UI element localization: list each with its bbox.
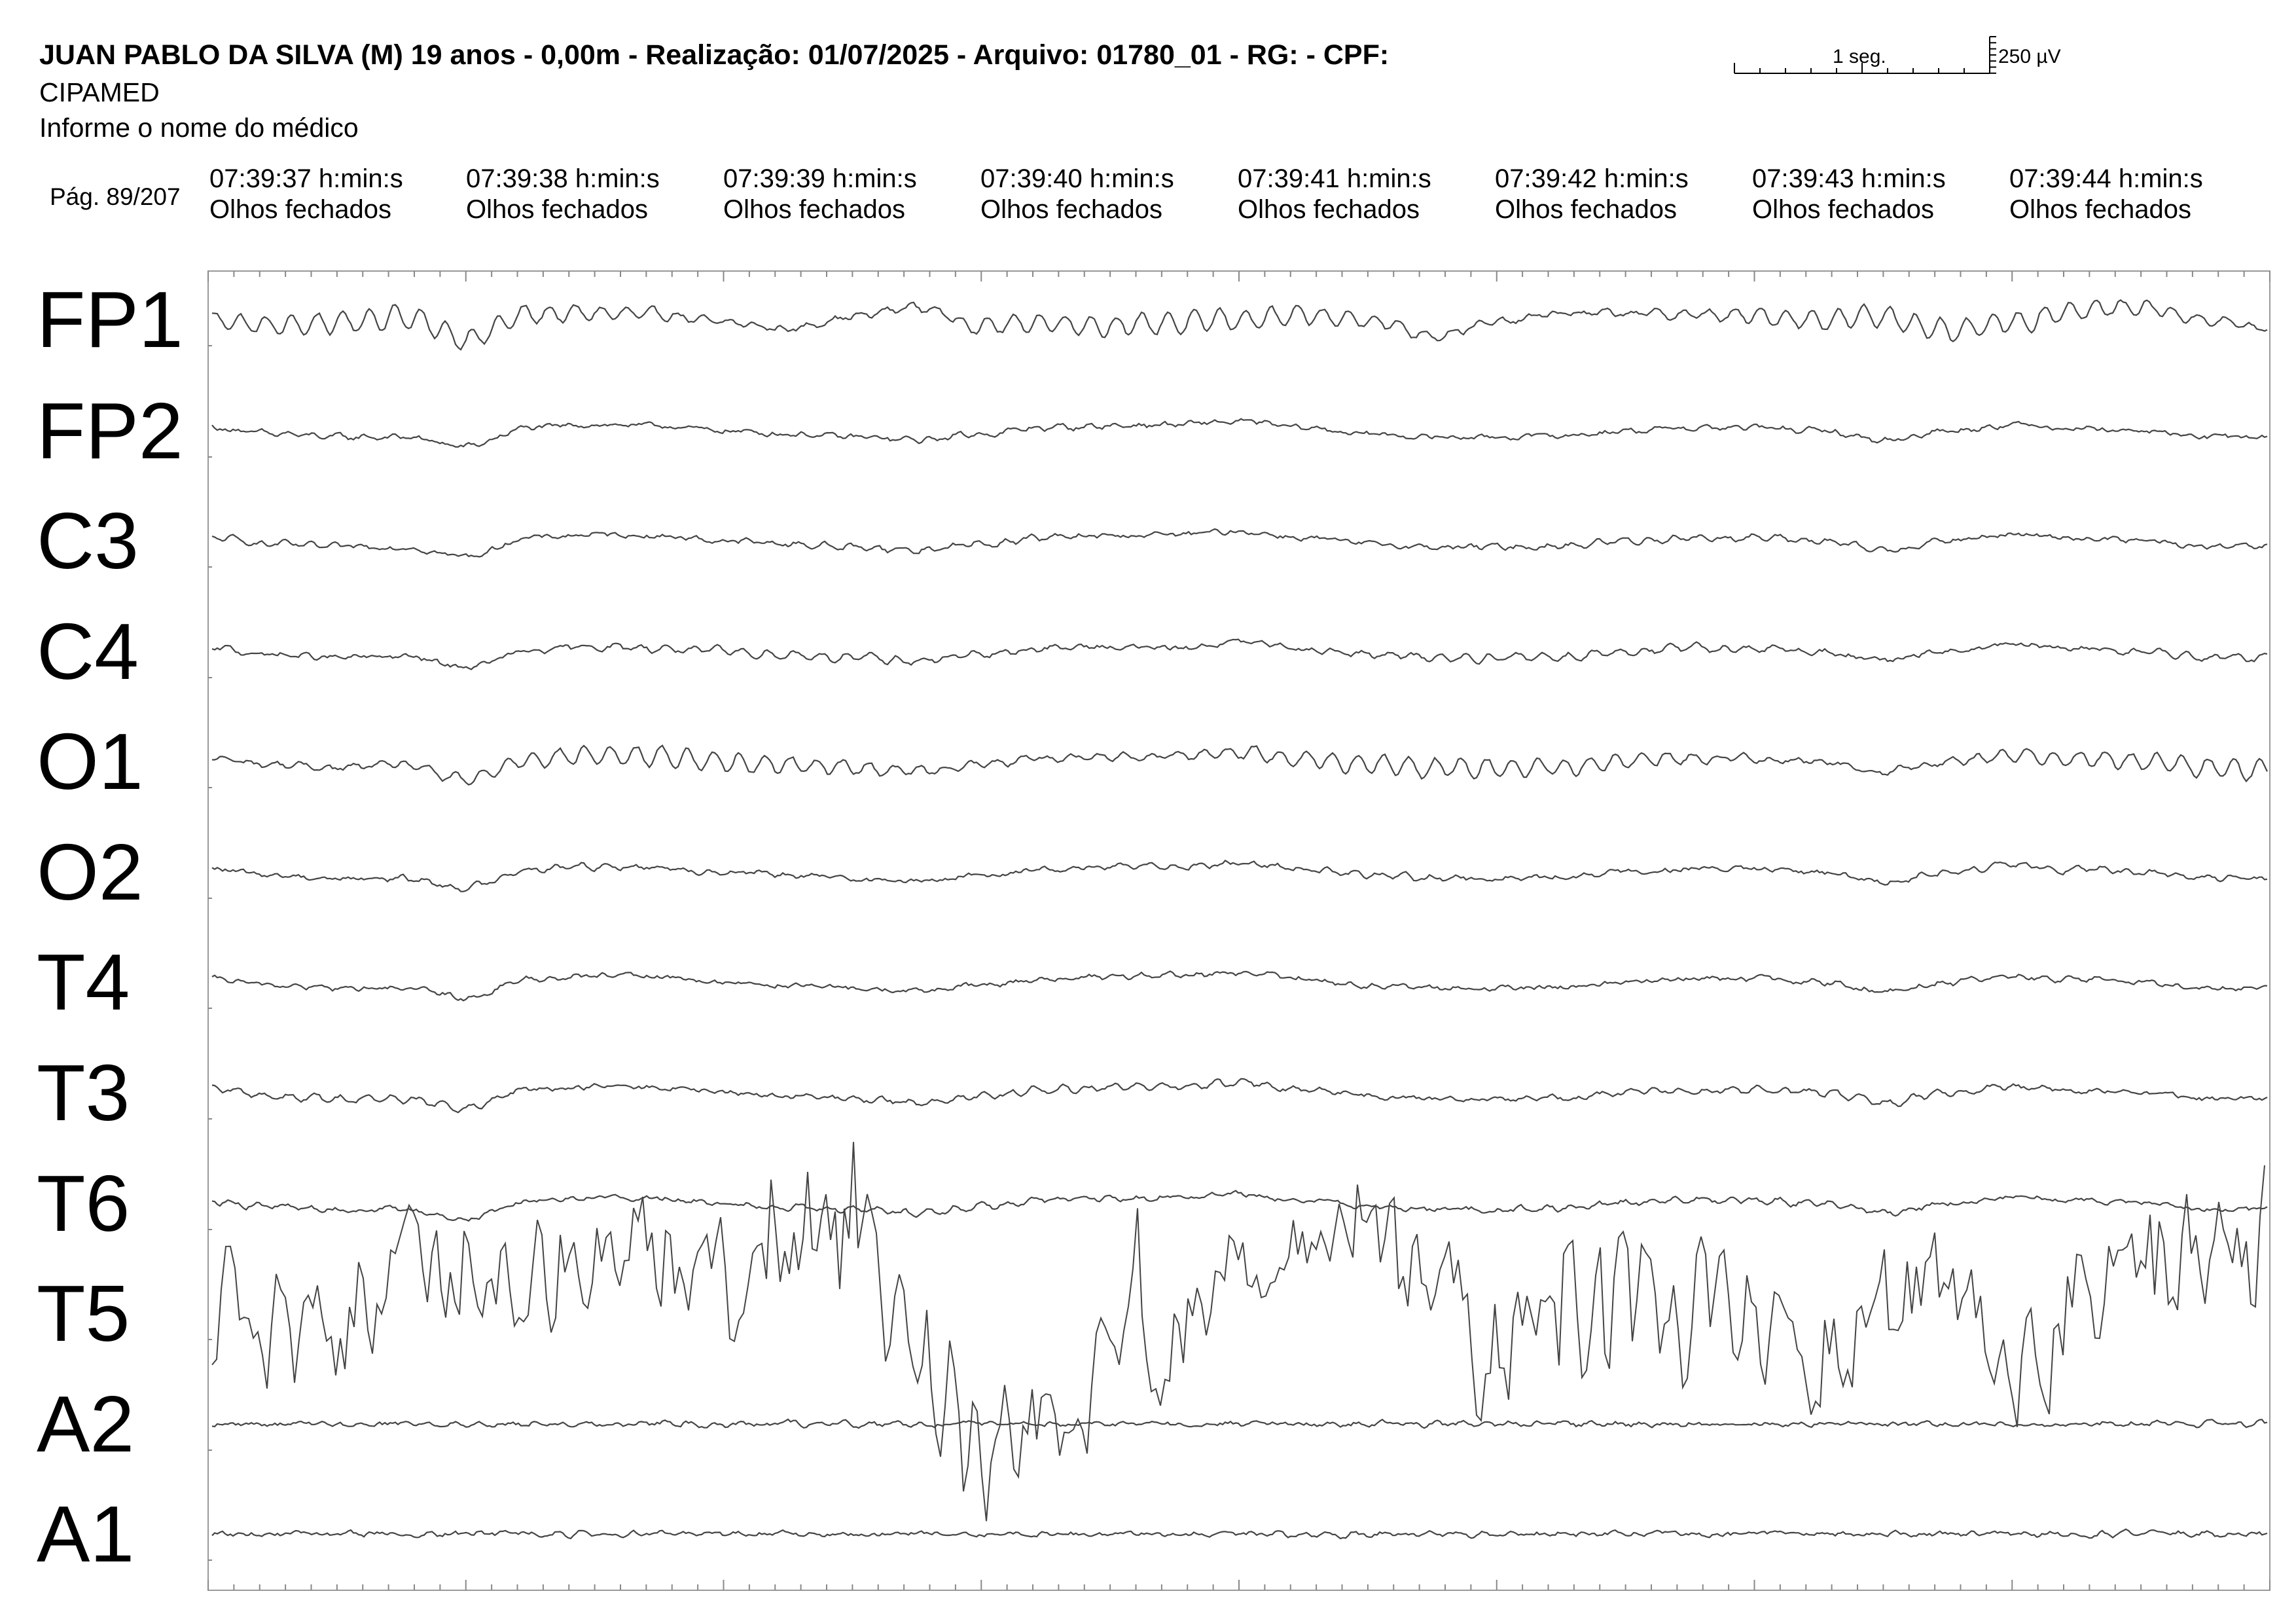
- channel-label-a1: A1: [37, 1489, 134, 1578]
- channel-label-t3: T3: [37, 1048, 130, 1137]
- channel-label-c4: C4: [37, 607, 139, 696]
- channel-label-fp2: FP2: [37, 386, 183, 475]
- trace-o1: [212, 744, 2268, 786]
- channel-label-c3: C3: [37, 496, 139, 585]
- trace-fp2: [211, 418, 2268, 448]
- trace-t3: [211, 1078, 2268, 1114]
- trace-o2: [211, 859, 2268, 892]
- channel-traces: [211, 299, 2268, 1540]
- channel-label-t5: T5: [37, 1269, 130, 1358]
- trace-a2: [211, 1418, 2268, 1429]
- trace-a1: [211, 1528, 2268, 1540]
- channel-label-fp1: FP1: [37, 275, 183, 364]
- trace-t4: [211, 970, 2268, 1002]
- channel-labels: FP1 FP2 C3 C4 O1 O2 T4 T3 T6 T5 A2 A1: [37, 275, 183, 1578]
- channel-label-t6: T6: [37, 1159, 130, 1248]
- trace-frame: [207, 270, 2270, 1591]
- trace-fp1: [211, 299, 2268, 351]
- channel-label-t4: T4: [37, 938, 130, 1027]
- trace-c3: [211, 528, 2268, 558]
- calibration-scale-bar: [1734, 36, 1996, 74]
- channel-label-o1: O1: [37, 717, 143, 806]
- channel-label-o2: O2: [37, 828, 143, 917]
- trace-c4: [211, 638, 2268, 670]
- trace-t6: [211, 1190, 2268, 1222]
- eeg-trace-panel: FP1 FP2 C3 C4 O1 O2 T4 T3 T6 T5 A2 A1: [37, 36, 2270, 1591]
- trace-t5: [211, 1142, 2265, 1522]
- time-ticks: [207, 271, 2270, 1590]
- channel-label-a2: A2: [37, 1379, 134, 1468]
